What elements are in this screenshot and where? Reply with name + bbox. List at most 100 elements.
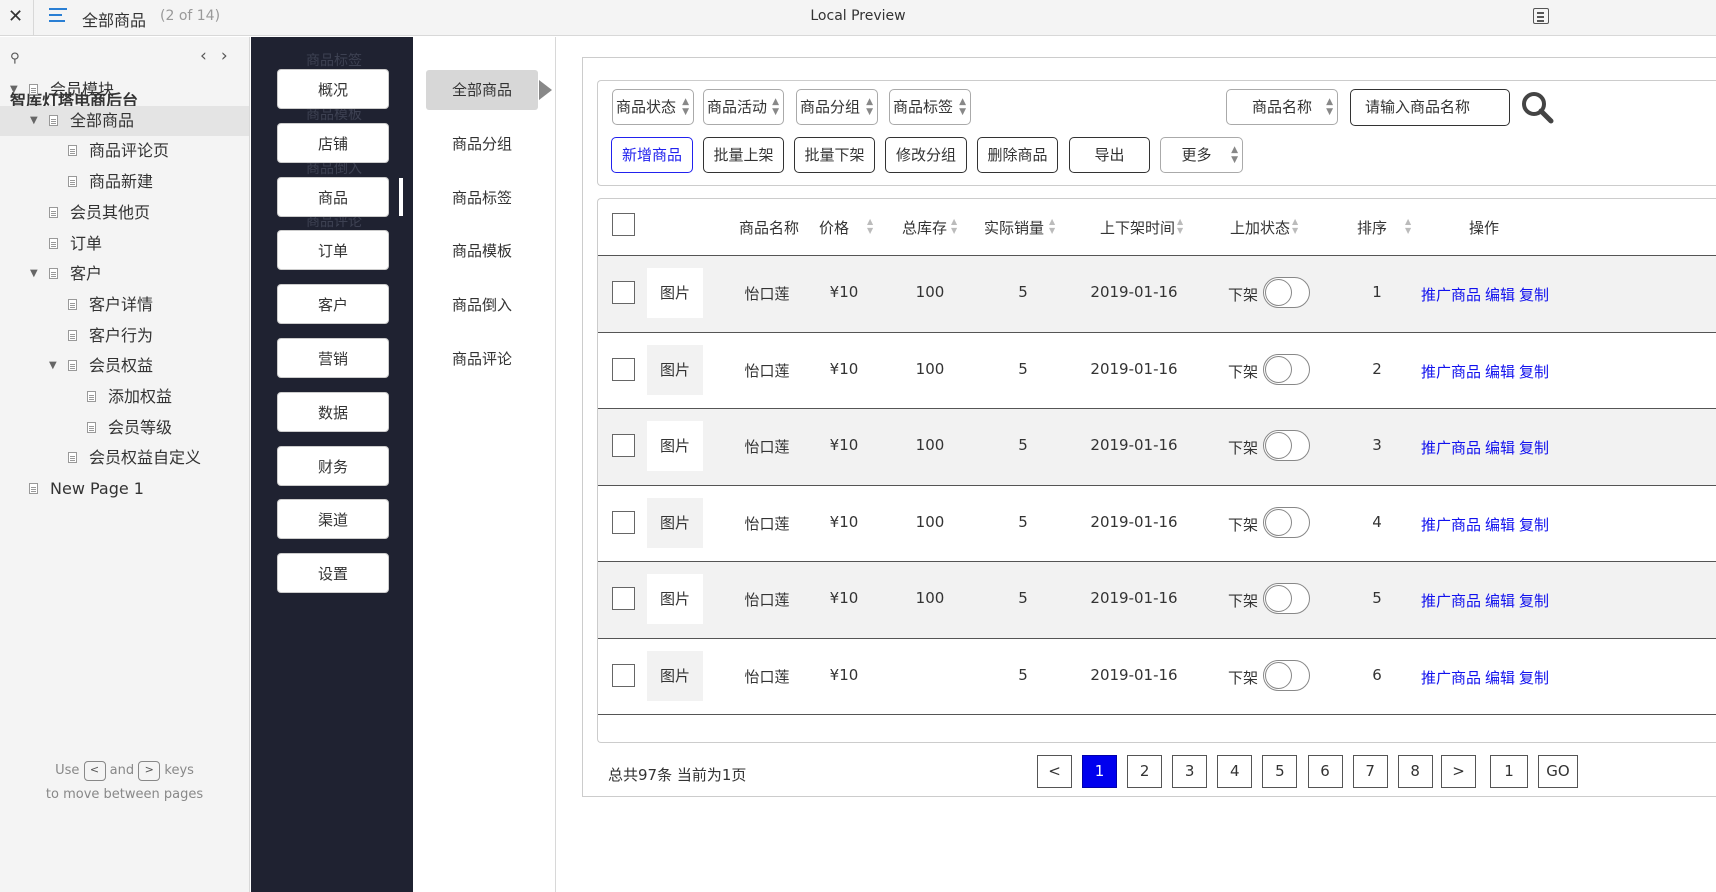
subnav-item[interactable]: 商品评论: [426, 339, 538, 379]
add-product-button[interactable]: 新增商品: [611, 137, 693, 173]
sort-icon[interactable]: ▲ ▼: [867, 217, 873, 235]
search-icon[interactable]: ⚲: [10, 51, 20, 66]
page-nav-arrows[interactable]: ‹›: [200, 46, 242, 66]
filter-select[interactable]: 商品状态 ▲ ▼: [612, 89, 694, 125]
tree-item[interactable]: ▼ 会员权益: [0, 351, 249, 381]
nav-item[interactable]: 财务: [277, 445, 389, 486]
page-button[interactable]: 5: [1262, 755, 1298, 788]
nav-item[interactable]: 概况: [277, 69, 389, 109]
row-checkbox[interactable]: [612, 357, 635, 381]
filter-select[interactable]: 商品标签 ▲ ▼: [889, 89, 971, 125]
nav-item[interactable]: 客户: [277, 284, 389, 325]
promote-link[interactable]: 推广商品: [1421, 592, 1481, 610]
tree-item[interactable]: 会员其他页: [0, 198, 249, 228]
more-select[interactable]: 更多 ▲ ▼: [1160, 137, 1243, 173]
page-jump-input[interactable]: 1: [1490, 755, 1528, 788]
nav-item[interactable]: 渠道: [277, 499, 389, 540]
tree-item[interactable]: 客户详情: [0, 290, 249, 320]
sort-icon[interactable]: ▲ ▼: [1049, 217, 1055, 235]
copy-link[interactable]: 复制: [1519, 669, 1549, 687]
tree-item[interactable]: 商品新建: [0, 167, 249, 197]
prev-page-button[interactable]: <: [1037, 755, 1072, 788]
status-toggle[interactable]: [1263, 430, 1310, 462]
tree-item[interactable]: 会员等级: [0, 413, 249, 443]
panel-toggle-icon[interactable]: [1533, 8, 1549, 24]
page-button[interactable]: 3: [1172, 755, 1208, 788]
row-checkbox[interactable]: [612, 510, 635, 534]
batch-list-button[interactable]: 批量上架: [703, 137, 784, 173]
subnav-item[interactable]: 商品模板: [426, 231, 538, 271]
row-checkbox[interactable]: [612, 587, 635, 611]
header-order[interactable]: 排序: [1357, 217, 1387, 238]
promote-link[interactable]: 推广商品: [1421, 363, 1481, 381]
expand-arrow-icon[interactable]: ▼: [30, 106, 38, 136]
delete-product-button[interactable]: 删除商品: [977, 137, 1058, 173]
copy-link[interactable]: 复制: [1519, 592, 1549, 610]
sort-icon[interactable]: ▲ ▼: [1405, 217, 1411, 235]
copy-link[interactable]: 复制: [1519, 286, 1549, 304]
nav-item[interactable]: 店铺: [277, 122, 389, 163]
header-time[interactable]: 上下架时间: [1100, 217, 1175, 238]
tree-item[interactable]: ▼ 会员模块: [0, 75, 249, 105]
promote-link[interactable]: 推广商品: [1421, 669, 1481, 687]
nav-item[interactable]: 数据: [277, 391, 389, 432]
subnav-item[interactable]: 商品分组: [426, 124, 538, 164]
product-name-input[interactable]: 请输入商品名称: [1350, 89, 1510, 126]
expand-arrow-icon[interactable]: ▼: [49, 351, 57, 381]
promote-link[interactable]: 推广商品: [1421, 516, 1481, 534]
export-button[interactable]: 导出: [1069, 137, 1150, 173]
page-button[interactable]: 6: [1307, 755, 1343, 788]
edit-link[interactable]: 编辑: [1485, 439, 1515, 457]
header-stock[interactable]: 总库存: [902, 217, 947, 238]
search-icon[interactable]: [1520, 90, 1554, 124]
subnav-item[interactable]: 商品标签: [426, 178, 538, 218]
nav-item[interactable]: 商品: [277, 176, 389, 217]
filter-select[interactable]: 商品分组 ▲ ▼: [796, 89, 878, 125]
status-toggle[interactable]: [1263, 506, 1310, 538]
edit-link[interactable]: 编辑: [1485, 363, 1515, 381]
page-button[interactable]: 8: [1397, 755, 1433, 788]
promote-link[interactable]: 推广商品: [1421, 439, 1481, 457]
header-status[interactable]: 上加状态: [1230, 217, 1290, 238]
tree-item[interactable]: ▼ 全部商品: [0, 105, 249, 136]
row-checkbox[interactable]: [612, 434, 635, 458]
page-button[interactable]: 7: [1352, 755, 1388, 788]
status-toggle[interactable]: [1263, 660, 1310, 691]
copy-link[interactable]: 复制: [1519, 363, 1549, 381]
sort-icon[interactable]: ▲ ▼: [1292, 217, 1298, 235]
expand-arrow-icon[interactable]: ▼: [30, 259, 38, 289]
tree-item[interactable]: New Page 1: [0, 474, 249, 504]
filter-select[interactable]: 商品活动 ▲ ▼: [703, 89, 784, 125]
modify-group-button[interactable]: 修改分组: [885, 137, 967, 173]
page-button[interactable]: 4: [1217, 755, 1253, 788]
row-checkbox[interactable]: [612, 664, 635, 687]
header-sales[interactable]: 实际销量: [984, 217, 1044, 238]
sort-icon[interactable]: ▲ ▼: [1177, 217, 1183, 235]
status-toggle[interactable]: [1263, 583, 1310, 615]
batch-unlist-button[interactable]: 批量下架: [794, 137, 875, 173]
tree-item[interactable]: 商品评论页: [0, 136, 249, 166]
edit-link[interactable]: 编辑: [1485, 669, 1515, 687]
tree-item[interactable]: 会员权益自定义: [0, 443, 249, 473]
status-toggle[interactable]: [1263, 353, 1310, 385]
name-field-select[interactable]: 商品名称 ▲ ▼: [1226, 89, 1338, 125]
nav-item[interactable]: 营销: [277, 338, 389, 378]
nav-item[interactable]: 设置: [277, 553, 389, 594]
edit-link[interactable]: 编辑: [1485, 516, 1515, 534]
tree-item[interactable]: 订单: [0, 229, 249, 259]
select-all-checkbox[interactable]: [612, 213, 635, 236]
prev-page-icon[interactable]: ‹: [200, 46, 221, 66]
next-page-button[interactable]: >: [1441, 755, 1476, 788]
edit-link[interactable]: 编辑: [1485, 592, 1515, 610]
next-page-icon[interactable]: ›: [221, 46, 242, 66]
page-button[interactable]: 1: [1082, 755, 1117, 788]
tree-item[interactable]: 客户行为: [0, 321, 249, 351]
go-button[interactable]: GO: [1538, 755, 1578, 788]
tree-item[interactable]: 添加权益: [0, 382, 249, 412]
header-price[interactable]: 价格: [819, 217, 849, 238]
promote-link[interactable]: 推广商品: [1421, 286, 1481, 304]
status-toggle[interactable]: [1263, 277, 1310, 308]
page-button[interactable]: 2: [1127, 755, 1163, 788]
row-checkbox[interactable]: [612, 281, 635, 304]
subnav-item[interactable]: 商品倒入: [426, 285, 538, 325]
